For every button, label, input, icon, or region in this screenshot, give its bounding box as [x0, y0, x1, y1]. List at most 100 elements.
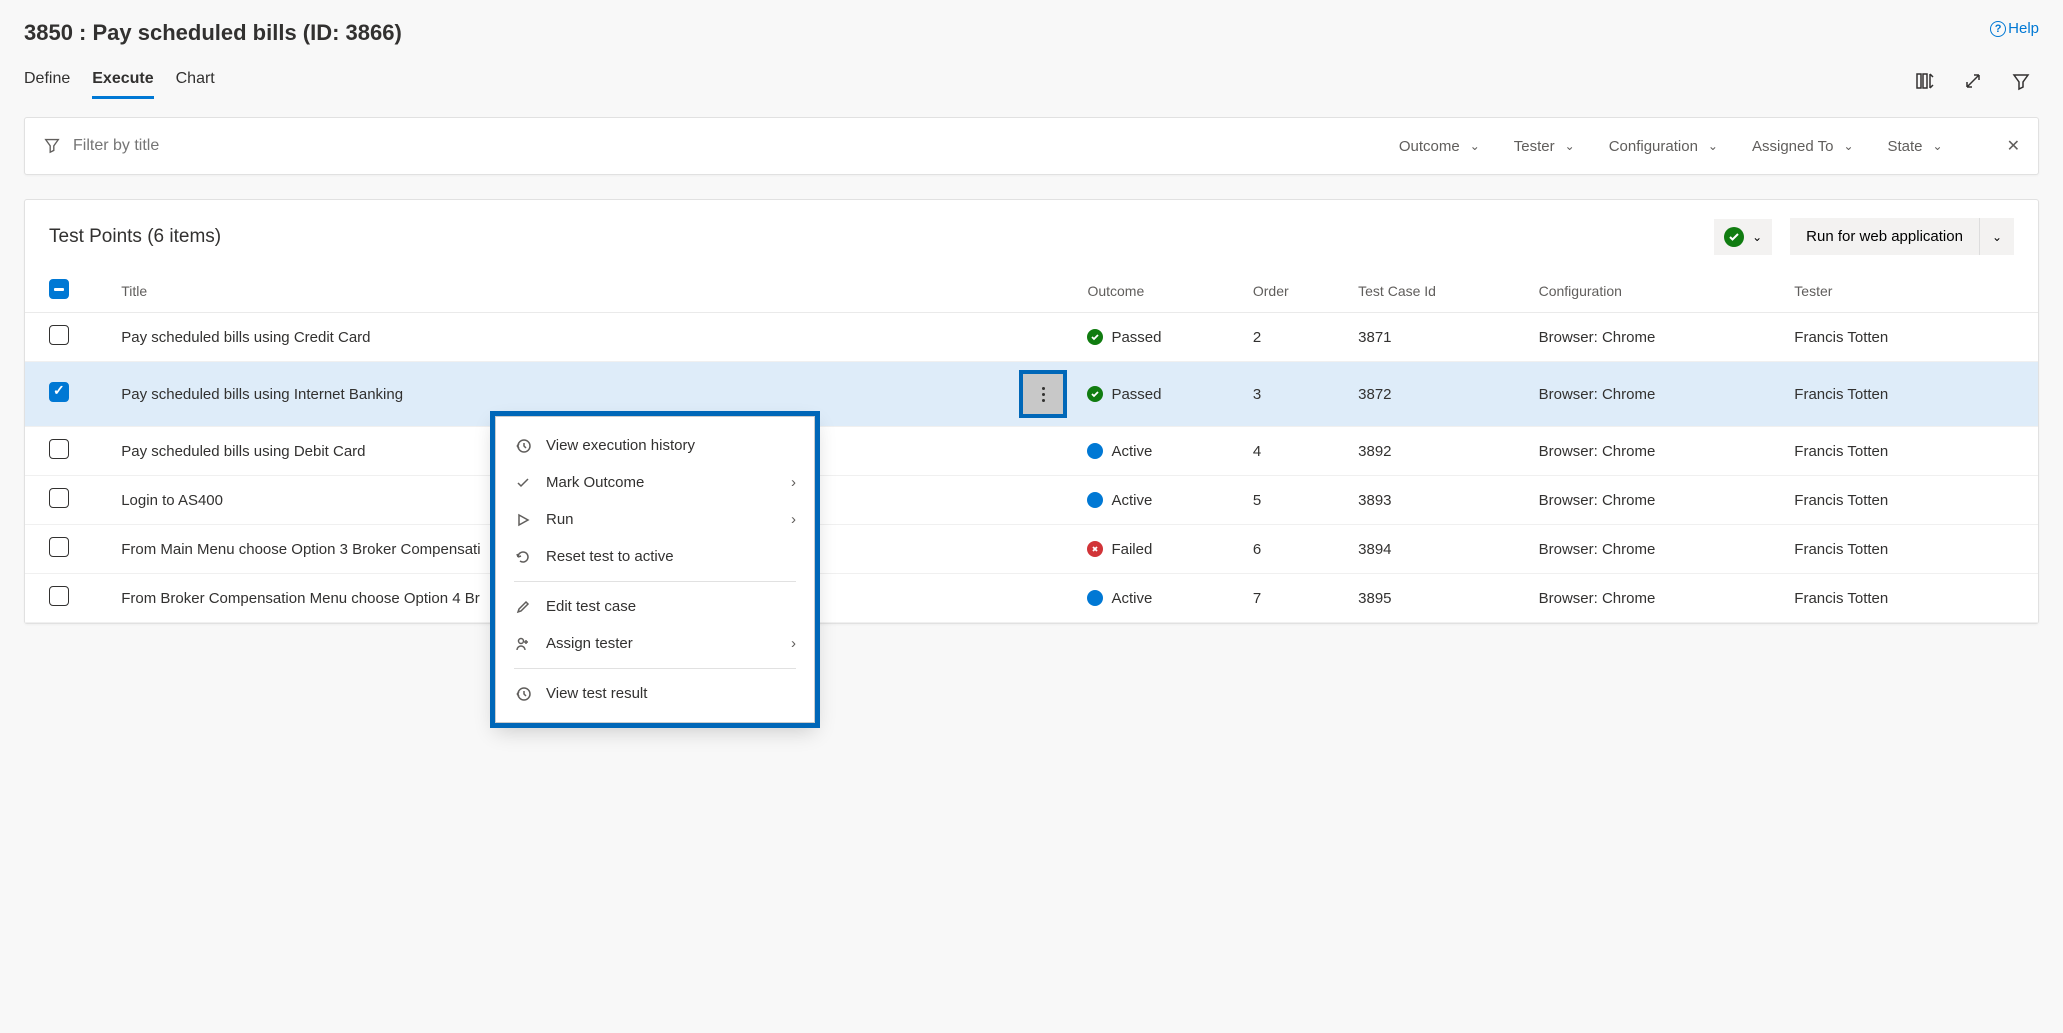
tab-execute[interactable]: Execute [92, 62, 153, 99]
filter-state-dropdown[interactable]: State ⌄ [1888, 138, 1943, 155]
row-order: 4 [1241, 427, 1346, 476]
table-row[interactable]: From Broker Compensation Menu choose Opt… [25, 574, 2038, 623]
chevron-down-icon: ⌄ [1470, 139, 1480, 153]
table-row[interactable]: Pay scheduled bills using Credit CardPas… [25, 313, 2038, 362]
run-web-button[interactable]: Run for web application [1790, 218, 1979, 255]
chevron-right-icon: › [791, 635, 796, 652]
row-checkbox[interactable] [49, 325, 69, 345]
menu-view-history[interactable]: View execution history [496, 427, 814, 464]
col-tcid[interactable]: Test Case Id [1346, 269, 1526, 313]
row-checkbox[interactable] [49, 382, 69, 402]
filter-configuration-dropdown[interactable]: Configuration ⌄ [1609, 138, 1718, 155]
filter-outcome-dropdown[interactable]: Outcome ⌄ [1399, 138, 1480, 155]
select-all-checkbox[interactable] [49, 279, 69, 299]
expand-icon[interactable] [1963, 71, 1983, 91]
row-tester: Francis Totten [1782, 362, 2038, 427]
filter-tester-label: Tester [1514, 138, 1555, 155]
row-title: From Main Menu choose Option 3 Broker Co… [121, 541, 480, 558]
tab-define[interactable]: Define [24, 62, 70, 99]
table-row[interactable]: Pay scheduled bills using Internet Banki… [25, 362, 2038, 427]
row-config: Browser: Chrome [1527, 362, 1783, 427]
status-active-icon [1087, 590, 1103, 606]
menu-label: Mark Outcome [546, 474, 644, 491]
col-tester[interactable]: Tester [1782, 269, 2038, 313]
row-title: From Broker Compensation Menu choose Opt… [121, 590, 480, 607]
row-config: Browser: Chrome [1527, 476, 1783, 525]
filter-assignedto-label: Assigned To [1752, 138, 1833, 155]
col-order[interactable]: Order [1241, 269, 1346, 313]
row-tester: Francis Totten [1782, 427, 2038, 476]
column-options-icon[interactable] [1915, 71, 1935, 91]
status-failed-icon [1087, 541, 1103, 557]
row-config: Browser: Chrome [1527, 427, 1783, 476]
row-tester: Francis Totten [1782, 313, 2038, 362]
row-tester: Francis Totten [1782, 476, 2038, 525]
menu-label: Assign tester [546, 635, 633, 652]
play-icon [514, 512, 532, 528]
menu-run[interactable]: Run › [496, 501, 814, 538]
panel-title: Test Points (6 items) [49, 226, 221, 248]
menu-reset[interactable]: Reset test to active [496, 538, 814, 575]
table-row[interactable]: Login to AS400Active53893Browser: Chrome… [25, 476, 2038, 525]
chevron-right-icon: › [791, 474, 796, 491]
table-row[interactable]: From Main Menu choose Option 3 Broker Co… [25, 525, 2038, 574]
filter-input[interactable] [73, 137, 1399, 155]
row-outcome: Passed [1111, 386, 1161, 403]
col-title[interactable]: Title [109, 269, 1075, 313]
col-config[interactable]: Configuration [1527, 269, 1783, 313]
filter-state-label: State [1888, 138, 1923, 155]
filter-assignedto-dropdown[interactable]: Assigned To ⌄ [1752, 138, 1854, 155]
status-active-icon [1087, 443, 1103, 459]
tab-chart[interactable]: Chart [176, 62, 215, 99]
menu-divider [514, 581, 796, 582]
row-outcome: Active [1111, 590, 1152, 607]
filter-outcome-label: Outcome [1399, 138, 1460, 155]
row-order: 2 [1241, 313, 1346, 362]
status-passed-icon [1087, 386, 1103, 402]
person-icon [514, 636, 532, 652]
history-icon [514, 686, 532, 702]
row-checkbox[interactable] [49, 488, 69, 508]
row-title: Login to AS400 [121, 492, 223, 509]
row-tester: Francis Totten [1782, 525, 2038, 574]
row-order: 3 [1241, 362, 1346, 427]
menu-label: Run [546, 511, 574, 528]
row-tcid: 3871 [1346, 313, 1526, 362]
filter-bar: Outcome ⌄ Tester ⌄ Configuration ⌄ Assig… [24, 117, 2039, 175]
row-checkbox[interactable] [49, 439, 69, 459]
row-outcome: Active [1111, 443, 1152, 460]
row-actions-button[interactable] [1023, 374, 1063, 414]
menu-label: View execution history [546, 437, 695, 454]
table-row[interactable]: Pay scheduled bills using Debit CardActi… [25, 427, 2038, 476]
filter-tester-dropdown[interactable]: Tester ⌄ [1514, 138, 1575, 155]
row-tcid: 3892 [1346, 427, 1526, 476]
menu-mark-outcome[interactable]: Mark Outcome › [496, 464, 814, 501]
help-label: Help [2008, 20, 2039, 37]
filter-funnel-icon [43, 136, 61, 157]
row-outcome: Active [1111, 492, 1152, 509]
row-context-menu: View execution history Mark Outcome › Ru… [495, 416, 815, 723]
menu-edit[interactable]: Edit test case [496, 588, 814, 625]
row-config: Browser: Chrome [1527, 574, 1783, 623]
close-filter-icon[interactable]: ✕ [2007, 136, 2020, 156]
row-order: 7 [1241, 574, 1346, 623]
row-order: 5 [1241, 476, 1346, 525]
more-vertical-icon [1042, 387, 1045, 402]
row-order: 6 [1241, 525, 1346, 574]
row-title: Pay scheduled bills using Internet Banki… [121, 386, 403, 403]
chevron-down-icon: ⌄ [1992, 230, 2002, 244]
mark-passed-button[interactable]: ⌄ [1714, 219, 1772, 255]
filter-icon[interactable] [2011, 71, 2031, 91]
chevron-down-icon: ⌄ [1933, 139, 1943, 153]
menu-assign[interactable]: Assign tester › [496, 625, 814, 662]
row-checkbox[interactable] [49, 586, 69, 606]
menu-label: Edit test case [546, 598, 636, 615]
col-outcome[interactable]: Outcome [1075, 269, 1240, 313]
row-config: Browser: Chrome [1527, 313, 1783, 362]
help-link[interactable]: ? Help [1990, 20, 2039, 37]
menu-view-result[interactable]: View test result [496, 675, 814, 712]
row-checkbox[interactable] [49, 537, 69, 557]
status-active-icon [1087, 492, 1103, 508]
test-points-table: Title Outcome Order Test Case Id Configu… [25, 269, 2038, 623]
run-dropdown-button[interactable]: ⌄ [1979, 218, 2014, 255]
